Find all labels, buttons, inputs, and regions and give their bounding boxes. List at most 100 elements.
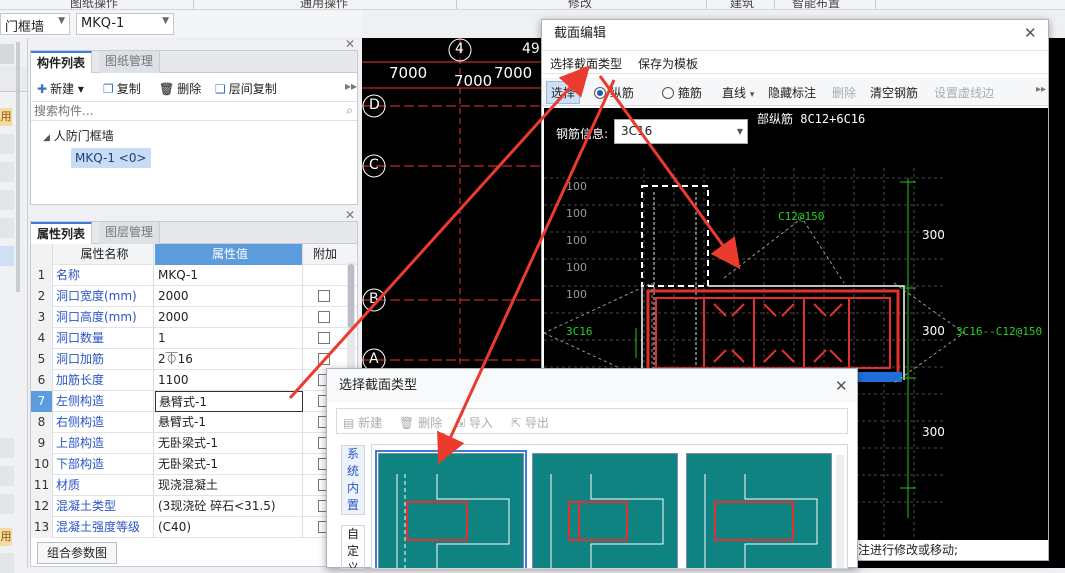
axis-letter: A [369, 351, 379, 367]
grid-dim-label: 100 [566, 288, 587, 301]
chevron-down-icon: ▼ [162, 16, 169, 26]
search-box[interactable]: ⌕ [31, 101, 357, 121]
scrollbar[interactable] [16, 42, 20, 292]
property-value[interactable]: 现浇混凝土 [155, 475, 303, 496]
table-row[interactable]: 9 上部构造 无卧梁式-1 [31, 433, 357, 454]
table-row[interactable]: 13 混凝土强度等级 (C40) [31, 517, 357, 538]
search-icon[interactable]: ⌕ [346, 103, 353, 118]
nav-item[interactable] [0, 438, 14, 458]
nav-item[interactable] [0, 66, 27, 92]
nav-item[interactable] [0, 190, 14, 210]
table-row[interactable]: 4 洞口数量 1 [31, 328, 357, 349]
select-button[interactable]: 选择 [546, 81, 581, 104]
property-value[interactable]: 2000 [155, 307, 303, 328]
rebar-info-select[interactable]: 3C16 ▼ [614, 119, 748, 144]
component-select[interactable]: MKQ-1 ▼ [76, 13, 174, 35]
checkbox[interactable] [318, 290, 330, 302]
menu-save-template[interactable]: 保存为模板 [638, 55, 698, 72]
new-button[interactable]: ✚ 新建 ▾ [37, 80, 84, 97]
tab-smart-layout[interactable]: 智能布置 [792, 0, 840, 9]
delete-button[interactable]: 删除 [832, 84, 856, 101]
set-guide-button[interactable]: 设置虚线边 [934, 84, 994, 101]
nav-item[interactable] [0, 494, 14, 514]
close-icon[interactable]: ✕ [835, 377, 848, 395]
tab-property-list[interactable]: 属性列表 [31, 222, 93, 244]
template-thumbnail[interactable] [686, 453, 832, 568]
property-value[interactable]: MKQ-1 [155, 265, 303, 286]
close-icon[interactable]: ✕ [1024, 24, 1037, 42]
tab-custom[interactable]: 自定义 [341, 525, 365, 569]
property-value[interactable]: 2000 [155, 286, 303, 307]
tab-drawing-ops[interactable]: 图纸操作 [70, 0, 118, 9]
trash-icon: 🗑 [399, 416, 415, 430]
property-value[interactable]: 悬臂式-1 [155, 391, 303, 412]
table-row[interactable]: 11 材质 现浇混凝土 [31, 475, 357, 496]
nav-item[interactable] [0, 553, 14, 573]
checkbox[interactable] [318, 311, 330, 323]
scrollbar[interactable] [836, 455, 844, 568]
template-thumbnail[interactable] [375, 450, 527, 568]
property-value[interactable]: 无卧梁式-1 [155, 433, 303, 454]
tab-building[interactable]: 建筑 [730, 0, 754, 9]
nav-item[interactable] [0, 466, 14, 486]
table-row[interactable]: 1 名称 MKQ-1 [31, 265, 357, 286]
stirrup-radio[interactable]: 箍筋 [662, 84, 702, 101]
copy-floor-button[interactable]: ❏ 层间复制 [215, 80, 277, 97]
table-row[interactable]: 7 左侧构造 悬臂式-1 [31, 391, 357, 412]
nav-item[interactable] [0, 218, 14, 238]
tab-drawing-management[interactable]: 图纸管理 [99, 51, 161, 73]
row-index: 12 [31, 496, 53, 517]
tab-system-builtin[interactable]: 系统内置 [341, 445, 365, 515]
nav-item-selected[interactable] [0, 246, 14, 266]
tree-item-mkq-1[interactable]: MKQ-1 <0> [71, 148, 151, 168]
delete-button[interactable]: 🗑 删除 [159, 80, 201, 97]
table-row[interactable]: 2 洞口宽度(mm) 2000 [31, 286, 357, 307]
search-input[interactable] [31, 102, 321, 120]
tab-component-list[interactable]: 构件列表 [31, 51, 93, 73]
tab-layer-management[interactable]: 图层管理 [99, 222, 161, 244]
clear-rebar-button[interactable]: 清空钢筋 [870, 84, 918, 101]
property-value[interactable]: (C40) [155, 517, 303, 538]
property-value[interactable]: 悬臂式-1 [155, 412, 303, 433]
more-icon[interactable]: ▸▸ [345, 79, 357, 93]
floor-type-select[interactable]: 门框墙 ▼ [0, 13, 70, 35]
line-dropdown[interactable]: 直线 ▾ [722, 84, 754, 101]
export-button[interactable]: ⇱ 导出 [511, 414, 549, 431]
delete-button[interactable]: 🗑 删除 [399, 414, 442, 431]
tab-general-ops[interactable]: 通用操作 [300, 0, 348, 9]
more-icon[interactable]: ▸▸ [1036, 84, 1046, 95]
close-icon[interactable]: ✕ [345, 208, 355, 222]
table-row[interactable]: 3 洞口高度(mm) 2000 [31, 307, 357, 328]
table-row[interactable]: 12 混凝土类型 (3现浇砼 碎石<31.5) [31, 496, 357, 517]
property-value[interactable]: 无卧梁式-1 [155, 454, 303, 475]
new-button[interactable]: ▤ 新建 [343, 414, 382, 431]
import-button[interactable]: ⇲ 导入 [455, 414, 493, 431]
property-value[interactable]: (3现浇砼 碎石<31.5) [155, 496, 303, 517]
checkbox[interactable] [318, 332, 330, 344]
import-label: 导入 [468, 416, 493, 430]
checkbox[interactable] [318, 353, 330, 365]
property-value[interactable]: 1100 [155, 370, 303, 391]
nav-item[interactable] [0, 44, 14, 64]
nav-item[interactable] [0, 162, 14, 182]
close-icon[interactable]: ✕ [345, 37, 355, 51]
combined-params-button[interactable]: 组合参数图 [37, 542, 118, 564]
table-row[interactable]: 8 右侧构造 悬臂式-1 [31, 412, 357, 433]
longitudinal-radio[interactable]: 纵筋 [594, 84, 634, 101]
rebar-label: 3C16--C12@150 [956, 325, 1043, 338]
tab-modify[interactable]: 修改 [568, 0, 592, 9]
grid-dim-label: 100 [566, 261, 587, 274]
template-thumbnail[interactable] [532, 453, 678, 568]
hide-label-button[interactable]: 隐藏标注 [768, 84, 816, 101]
property-value[interactable]: 1 [155, 328, 303, 349]
table-row[interactable]: 5 洞口加筋 2⏁16 [31, 349, 357, 370]
table-row[interactable]: 10 下部构造 无卧梁式-1 [31, 454, 357, 475]
scrollbar-thumb[interactable] [348, 264, 354, 328]
property-name: 材质 [54, 475, 154, 496]
property-value[interactable]: 2⏁16 [155, 349, 303, 370]
tree-root[interactable]: ◢ 人防门框墙 [43, 127, 114, 144]
nav-item[interactable] [0, 134, 14, 154]
table-row[interactable]: 6 加筋长度 1100 [31, 370, 357, 391]
copy-button[interactable]: ❐ 复制 [103, 80, 141, 97]
menu-select-section-type[interactable]: 选择截面类型 [550, 55, 622, 72]
